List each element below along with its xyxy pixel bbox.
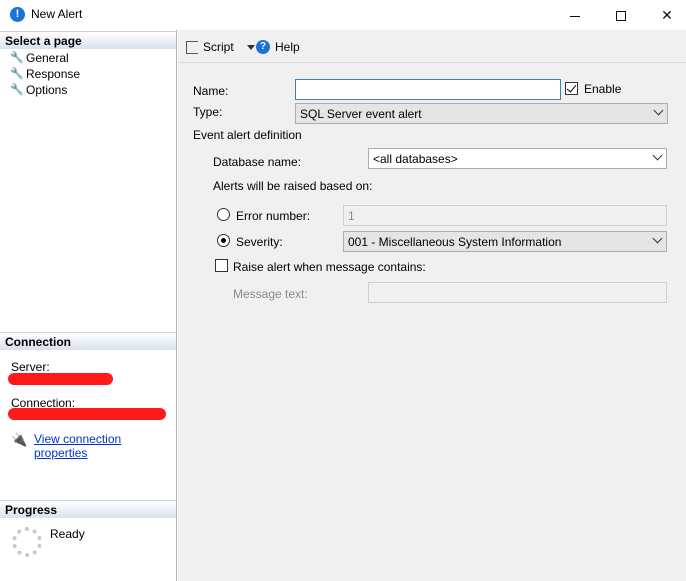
error-number-label: Error number: bbox=[236, 209, 311, 223]
sidebar-item-label: Response bbox=[26, 67, 81, 81]
alerts-raised-label: Alerts will be raised based on: bbox=[213, 179, 373, 193]
event-alert-definition-label: Event alert definition bbox=[193, 128, 302, 142]
raise-alert-label: Raise alert when message contains: bbox=[233, 260, 426, 274]
help-button[interactable]: ? Help bbox=[256, 40, 300, 54]
sidebar-item-response[interactable]: 🔧 Response bbox=[10, 67, 80, 81]
name-input[interactable] bbox=[295, 79, 561, 100]
script-icon bbox=[186, 40, 198, 54]
close-button[interactable]: ✕ bbox=[644, 0, 686, 30]
severity-value: 001 - Miscellaneous System Information bbox=[348, 235, 562, 249]
severity-select[interactable]: 001 - Miscellaneous System Information bbox=[343, 231, 667, 252]
enable-label: Enable bbox=[584, 82, 622, 96]
help-icon: ? bbox=[256, 40, 270, 54]
name-label: Name: bbox=[193, 84, 229, 98]
wrench-icon: 🔧 bbox=[10, 67, 24, 80]
wrench-icon: 🔧 bbox=[10, 83, 24, 96]
enable-checkbox[interactable] bbox=[565, 82, 578, 95]
chevron-down-icon bbox=[652, 150, 663, 161]
message-text-label: Message text: bbox=[233, 287, 308, 301]
minimize-button[interactable] bbox=[552, 0, 598, 30]
connection-header: Connection bbox=[0, 332, 176, 350]
type-label: Type: bbox=[193, 105, 223, 119]
script-button[interactable]: Script bbox=[186, 40, 255, 54]
wrench-icon: 🔧 bbox=[10, 51, 24, 64]
view-connection-properties-link[interactable]: View connection properties bbox=[34, 432, 176, 460]
connection-value-redacted bbox=[8, 408, 166, 420]
sidebar-item-label: Options bbox=[26, 83, 68, 97]
chevron-down-icon bbox=[653, 105, 664, 116]
type-value: SQL Server event alert bbox=[300, 107, 422, 121]
error-number-radio[interactable] bbox=[217, 208, 230, 221]
error-number-input[interactable]: 1 bbox=[343, 205, 667, 226]
progress-header: Progress bbox=[0, 500, 176, 518]
main-panel: Script ? Help Name: Enable Type: SQL Ser… bbox=[178, 30, 686, 581]
raise-alert-checkbox[interactable] bbox=[215, 259, 228, 272]
help-label: Help bbox=[275, 40, 300, 54]
window-title: New Alert bbox=[31, 7, 83, 21]
minimize-icon bbox=[570, 15, 580, 17]
maximize-icon bbox=[616, 11, 626, 22]
severity-radio[interactable] bbox=[217, 234, 230, 247]
left-panel: Select a page 🔧 General 🔧 Response 🔧 Opt… bbox=[0, 30, 177, 581]
alert-icon: ! bbox=[10, 7, 25, 22]
connection-plug-icon: 🔌 bbox=[11, 432, 28, 447]
database-name-label: Database name: bbox=[213, 155, 302, 169]
database-value: <all databases> bbox=[373, 152, 458, 166]
message-text-input[interactable] bbox=[368, 282, 667, 303]
type-select[interactable]: SQL Server event alert bbox=[295, 103, 668, 124]
script-label: Script bbox=[203, 40, 234, 54]
select-page-header: Select a page bbox=[0, 31, 176, 49]
dropdown-arrow-icon[interactable] bbox=[246, 44, 255, 50]
toolbar: Script ? Help bbox=[178, 30, 686, 63]
title-bar: ! New Alert ✕ bbox=[0, 0, 686, 30]
progress-status: Ready bbox=[50, 527, 85, 541]
close-icon: ✕ bbox=[661, 7, 673, 23]
maximize-button[interactable] bbox=[598, 0, 644, 30]
sidebar-item-general[interactable]: 🔧 General bbox=[10, 51, 69, 65]
sidebar-item-label: General bbox=[26, 51, 69, 65]
severity-label: Severity: bbox=[236, 235, 283, 249]
chevron-down-icon bbox=[652, 233, 663, 244]
radio-selected-icon bbox=[221, 238, 226, 243]
checkmark-icon bbox=[566, 82, 577, 93]
database-select[interactable]: <all databases> bbox=[368, 148, 667, 169]
server-value-redacted bbox=[8, 373, 113, 385]
sidebar-item-options[interactable]: 🔧 Options bbox=[10, 83, 67, 97]
server-label: Server: bbox=[11, 360, 50, 374]
progress-spinner-icon bbox=[12, 527, 42, 557]
